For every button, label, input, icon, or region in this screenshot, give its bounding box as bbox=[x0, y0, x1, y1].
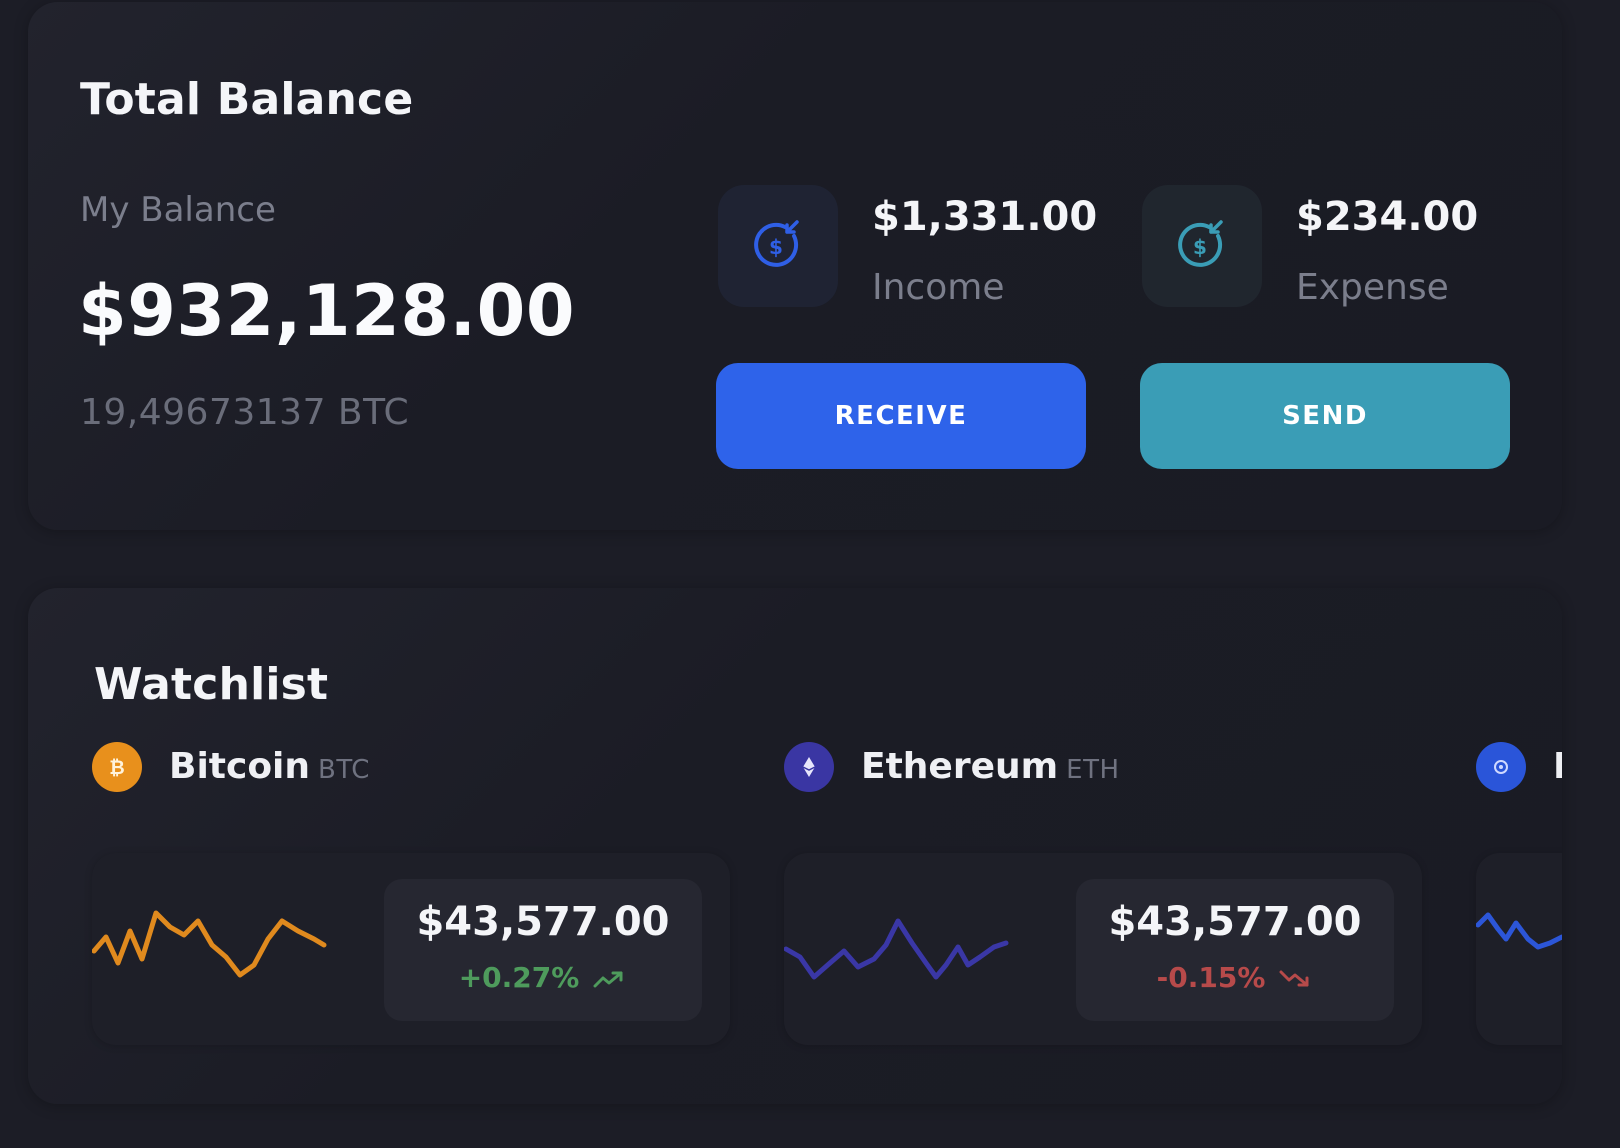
income-icon: $ bbox=[718, 185, 838, 307]
svg-text:₿: ₿ bbox=[109, 757, 124, 779]
expense-label: Expense bbox=[1296, 267, 1449, 308]
send-button[interactable]: SEND bbox=[1140, 363, 1510, 469]
coin-panel-bitcoin[interactable]: $43,577.00 +0.27% bbox=[92, 853, 730, 1045]
ethereum-icon bbox=[784, 742, 834, 792]
watchlist-item-bitcoin[interactable]: ₿ Bitcoin BTC bbox=[92, 740, 692, 796]
bitcoin-sparkline bbox=[92, 910, 327, 978]
my-balance-label: My Balance bbox=[80, 190, 276, 230]
ethereum-sparkline bbox=[784, 918, 1009, 980]
third-coin-sparkline bbox=[1476, 912, 1562, 950]
total-balance-card: Total Balance My Balance $932,128.00 19,… bbox=[28, 2, 1562, 530]
coin-price: $43,577.00 bbox=[416, 899, 670, 945]
price-change-value: -0.15% bbox=[1156, 961, 1266, 994]
dollar-refresh-icon: $ bbox=[1178, 220, 1223, 267]
balance-btc-amount: 19,49673137 BTC bbox=[80, 392, 410, 433]
coin-icon bbox=[1476, 742, 1526, 792]
watchlist-card: Watchlist ₿ Bitcoin BTC $43,577.00 +0.27% bbox=[28, 588, 1562, 1104]
svg-text:$: $ bbox=[1193, 235, 1207, 259]
price-box: $43,577.00 -0.15% bbox=[1076, 879, 1394, 1021]
coin-symbol: ETH bbox=[1066, 755, 1120, 785]
income-value: $1,331.00 bbox=[872, 194, 1098, 240]
price-change: -0.15% bbox=[1076, 961, 1394, 994]
trend-down-icon bbox=[1279, 970, 1309, 987]
total-balance-title: Total Balance bbox=[80, 74, 414, 125]
price-change-value: +0.27% bbox=[458, 961, 580, 994]
bitcoin-icon: ₿ bbox=[92, 742, 142, 792]
price-change: +0.27% bbox=[384, 961, 702, 994]
watchlist-item-third-coin[interactable]: E bbox=[1476, 740, 1562, 796]
coin-panel-third-coin[interactable] bbox=[1476, 853, 1562, 1045]
watchlist-title: Watchlist bbox=[94, 659, 329, 710]
coin-price: $43,577.00 bbox=[1108, 899, 1362, 945]
balance-amount: $932,128.00 bbox=[78, 270, 576, 352]
dollar-refresh-icon: $ bbox=[754, 220, 799, 267]
expense-icon: $ bbox=[1142, 185, 1262, 307]
price-box: $43,577.00 +0.27% bbox=[384, 879, 702, 1021]
trend-up-icon bbox=[593, 971, 623, 988]
expense-value: $234.00 bbox=[1296, 194, 1479, 240]
watchlist-item-ethereum[interactable]: Ethereum ETH bbox=[784, 740, 1384, 796]
coin-symbol: BTC bbox=[318, 755, 370, 785]
coin-name: Bitcoin BTC bbox=[169, 746, 370, 787]
receive-button[interactable]: RECEIVE bbox=[716, 363, 1086, 469]
svg-text:$: $ bbox=[769, 235, 783, 259]
coin-name: Ethereum ETH bbox=[861, 746, 1120, 787]
income-label: Income bbox=[872, 267, 1005, 308]
coin-panel-ethereum[interactable]: $43,577.00 -0.15% bbox=[784, 853, 1422, 1045]
coin-name: E bbox=[1553, 746, 1562, 787]
